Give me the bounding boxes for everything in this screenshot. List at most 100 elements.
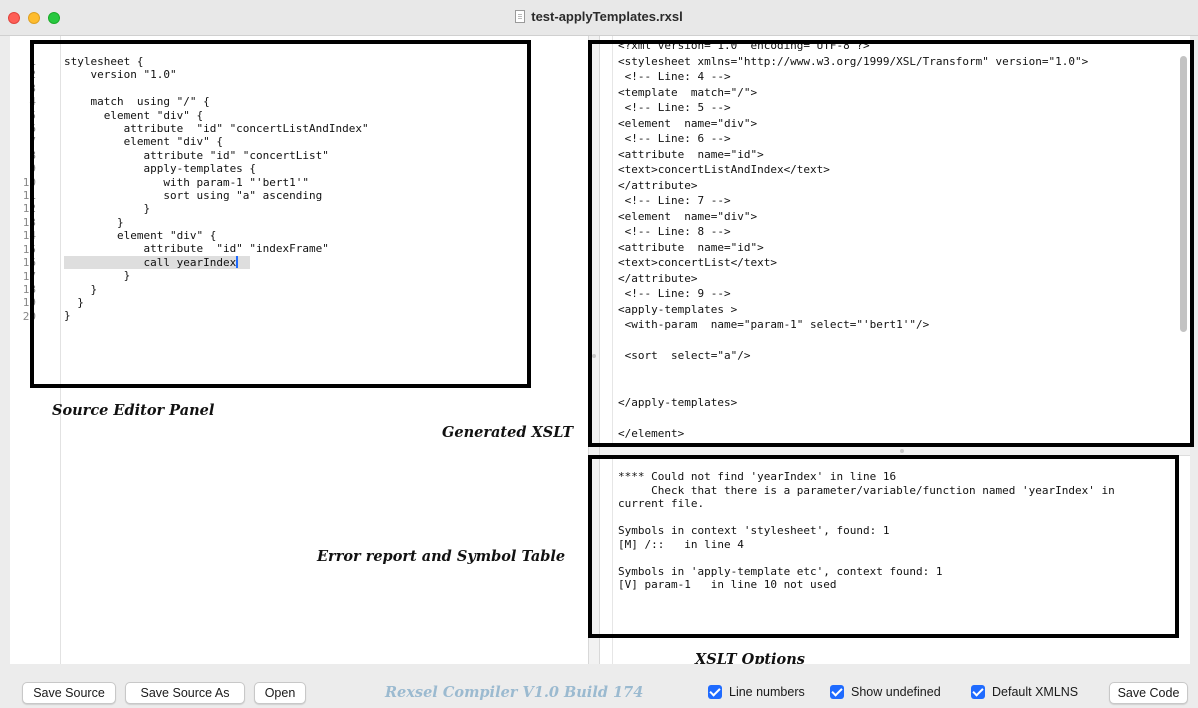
line-numbers-checkbox[interactable]	[708, 685, 722, 699]
horizontal-splitter[interactable]	[600, 446, 1190, 456]
code-line: stylesheet {	[64, 55, 144, 68]
error-line: **** Could not find 'yearIndex' in line …	[618, 470, 897, 483]
line-number: 13	[22, 215, 36, 229]
xslt-line: <!-- Line: 8 -->	[618, 225, 731, 238]
xslt-line: </attribute>	[618, 271, 698, 285]
xslt-line: <text>concertList</text>	[618, 256, 777, 269]
line-number: 5	[29, 108, 36, 122]
error-line: [V] param-1 in line 10 not used	[618, 578, 837, 591]
window-title: test-applyTemplates.rxsl	[531, 9, 683, 24]
line-number: 6	[29, 122, 36, 136]
line-number: 19	[22, 296, 36, 310]
open-button[interactable]: Open	[254, 682, 306, 704]
error-report-caption: Error report and Symbol Table	[317, 548, 566, 565]
vertical-splitter[interactable]	[588, 36, 600, 664]
code-line: attribute "id" "concertListAndIndex"	[64, 121, 369, 135]
line-number: 8	[29, 148, 36, 162]
save-code-button[interactable]: Save Code	[1109, 682, 1188, 704]
default-xmlns-option[interactable]: Default XMLNS	[971, 683, 1078, 701]
source-code-text[interactable]: stylesheet { version "1.0" match using "…	[64, 55, 524, 323]
line-number: 3	[29, 81, 36, 95]
line-number: 4	[29, 95, 36, 109]
generated-xslt-view[interactable]: <?xml version="1.0" encoding="UTF-8"?> <s…	[602, 34, 1162, 442]
line-number: 20	[22, 309, 36, 323]
code-line: version "1.0"	[64, 68, 177, 82]
splitter-handle-icon	[900, 449, 904, 453]
show-undefined-checkbox[interactable]	[830, 685, 844, 699]
error-line: current file.	[618, 497, 705, 510]
xslt-line: <template match="/">	[618, 85, 758, 99]
text-cursor	[236, 255, 238, 268]
xslt-line: <?xml version="1.0" encoding="UTF-8"?>	[618, 39, 870, 52]
generated-xslt-caption: Generated XSLT	[442, 424, 574, 441]
error-line: Symbols in 'apply-template etc', context…	[618, 564, 943, 578]
code-line: call yearIndex	[64, 255, 250, 270]
save-source-as-button[interactable]: Save Source As	[125, 682, 245, 704]
code-line: with param-1 "'bert1'"	[64, 175, 310, 189]
line-number: 12	[22, 202, 36, 216]
code-line: match using "/" {	[64, 95, 210, 109]
source-editor-caption: Source Editor Panel	[52, 402, 215, 419]
default-xmlns-label: Default XMLNS	[992, 685, 1079, 699]
show-undefined-label: Show undefined	[851, 685, 941, 699]
line-numbers-option[interactable]: Line numbers	[708, 683, 805, 701]
code-line: sort using "a" ascending	[64, 188, 323, 202]
window-title-group: test-applyTemplates.rxsl	[0, 9, 1198, 24]
xslt-line	[618, 364, 1088, 380]
xslt-line: <!-- Line: 5 -->	[618, 101, 731, 114]
xslt-line: <!-- Line: 7 -->	[618, 194, 731, 207]
xslt-line: </element>	[618, 426, 685, 440]
document-icon	[515, 10, 526, 23]
xslt-line: <attribute name="id">	[618, 240, 764, 254]
line-number: 16	[22, 256, 36, 270]
code-line: element "div" {	[64, 135, 223, 149]
line-number: 1	[29, 55, 36, 68]
source-editor[interactable]: 1 2 3 4 5 6 7 8 9 10 11 12 13 14 15 16 17 18 19 20 styleshe…	[10, 36, 588, 664]
line-number: 14	[22, 229, 36, 243]
show-undefined-option[interactable]: Show undefined	[830, 683, 941, 701]
code-line: element "div" {	[64, 229, 217, 243]
code-line: attribute "id" "concertList"	[64, 148, 329, 162]
xslt-line: <sort select="a"/>	[618, 349, 751, 362]
bottom-toolbar: Save Source Save Source As Open Rexsel C…	[0, 664, 1198, 708]
error-report-text: **** Could not find 'yearIndex' in line …	[618, 470, 1178, 592]
xslt-line: <!-- Line: 6 -->	[618, 132, 731, 145]
xslt-line: <with-param name="param-1" select="'bert…	[618, 318, 930, 331]
xslt-line: </apply-templates>	[618, 395, 738, 409]
error-line: Check that there is a parameter/variable…	[618, 483, 1115, 497]
line-number: 17	[22, 269, 36, 283]
line-numbers-label: Line numbers	[729, 685, 805, 699]
line-number: 7	[29, 135, 36, 149]
error-line	[618, 511, 1178, 525]
code-line: }	[64, 215, 124, 229]
code-line: }	[64, 296, 84, 310]
xslt-line	[618, 410, 1088, 426]
line-number: 9	[29, 162, 36, 176]
xslt-line: <element name="div">	[618, 209, 758, 223]
line-number: 10	[22, 175, 36, 189]
default-xmlns-checkbox[interactable]	[971, 685, 985, 699]
title-bar: test-applyTemplates.rxsl	[0, 0, 1198, 36]
line-number-gutter: 1 2 3 4 5 6 7 8 9 10 11 12 13 14 15 16 17 18 19 20	[10, 55, 36, 323]
xslt-line: <apply-templates >	[618, 302, 738, 316]
xslt-line: <text>concertListAndIndex</text>	[618, 163, 830, 176]
error-line: Symbols in context 'stylesheet', found: …	[618, 524, 890, 537]
line-number: 11	[22, 189, 36, 203]
xslt-line	[618, 379, 1088, 395]
xslt-line	[618, 333, 1088, 349]
code-line: apply-templates {	[64, 162, 257, 176]
save-source-button[interactable]: Save Source	[22, 682, 116, 704]
code-line: }	[64, 309, 71, 323]
xslt-line: <element name="div">	[618, 116, 758, 130]
xslt-line: <stylesheet xmlns="http://www.w3.org/199…	[618, 54, 1089, 68]
xslt-line: </attribute>	[618, 178, 698, 192]
line-number: 18	[22, 282, 36, 296]
code-line: }	[64, 282, 98, 296]
splitter-handle-icon	[592, 354, 596, 358]
line-number: 15	[22, 242, 36, 256]
code-line: attribute "id" "indexFrame"	[64, 242, 329, 256]
line-number: 2	[29, 68, 36, 82]
xslt-line: <attribute name="id">	[618, 147, 764, 161]
xslt-scrollbar[interactable]	[1180, 56, 1187, 332]
